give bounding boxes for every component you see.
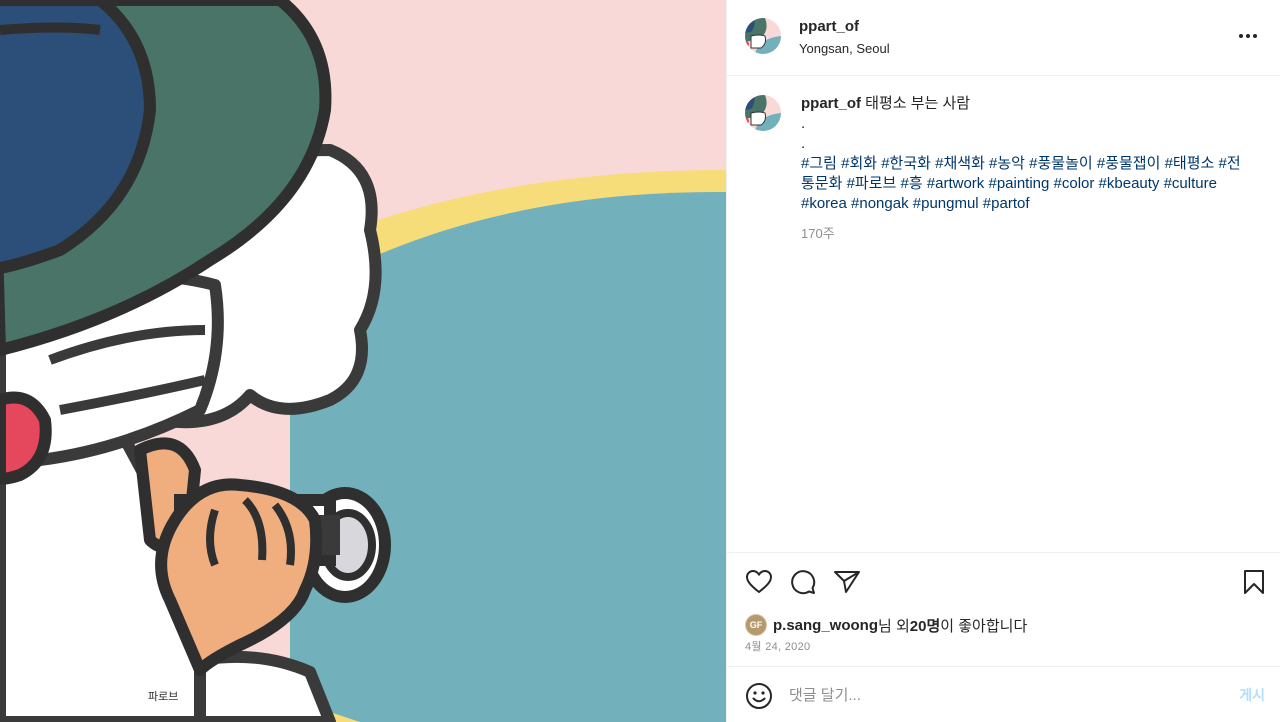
likes-count[interactable]: 20명 [910,615,941,636]
author-avatar[interactable] [745,18,781,54]
post-actions: GF p.sang_woong 님 외 20명 이 좋아합니다 4월 24, 2… [727,552,1280,666]
liker-avatar[interactable]: GF [745,614,767,636]
caption-dot: . [801,115,806,132]
artwork-illustration: 파로브 [0,0,726,722]
comment-box: 게시 [727,666,1280,722]
caption-text: ppart_of 태평소 부는 사람 . . #그림 #회화 #한국화 #채색화… [801,94,1261,214]
post-image[interactable]: 파로브 [0,0,726,722]
author-username[interactable]: ppart_of [799,18,859,35]
hashtags-line[interactable]: 통문화 #파로브 #흥 #artwork #painting #color #k… [801,174,1261,194]
post-date[interactable]: 4월 24, 2020 [745,638,810,654]
hashtags-line[interactable]: #그림 #회화 #한국화 #채색화 #농악 #풍물놀이 #풍물잽이 #태평소 #… [801,154,1261,174]
post-comment-button[interactable]: 게시 [1239,685,1265,705]
post-location[interactable]: Yongsan, Seoul [799,41,890,56]
caption-body: 태평소 부는 사람 [865,95,971,112]
caption-dot: . [801,135,806,152]
caption-avatar[interactable] [745,95,781,131]
liker-username[interactable]: p.sang_woong [773,617,878,634]
artist-signature: 파로브 [148,690,178,703]
post-header: ppart_of Yongsan, Seoul [727,0,1280,76]
post-sidebar: ppart_of Yongsan, Seoul ppart_of 태평소 부는 … [726,0,1280,722]
emoji-icon[interactable] [745,682,773,710]
heart-icon[interactable] [744,567,774,597]
more-options-icon[interactable] [1233,24,1263,48]
caption-area: ppart_of 태평소 부는 사람 . . #그림 #회화 #한국화 #채색화… [727,77,1280,551]
hashtags-line[interactable]: #korea #nongak #pungmul #partof [801,194,1261,214]
likes-summary: GF p.sang_woong 님 외 20명 이 좋아합니다 [745,613,1027,637]
likes-text: 이 좋아합니다 [940,617,1028,635]
caption-time-ago[interactable]: 170주 [801,223,835,242]
paper-plane-icon[interactable] [832,567,862,597]
comment-icon[interactable] [788,567,818,597]
bookmark-icon[interactable] [1239,567,1269,597]
likes-text: 님 외 [878,617,910,635]
caption-username[interactable]: ppart_of [801,95,861,112]
comment-input[interactable] [789,679,1209,711]
